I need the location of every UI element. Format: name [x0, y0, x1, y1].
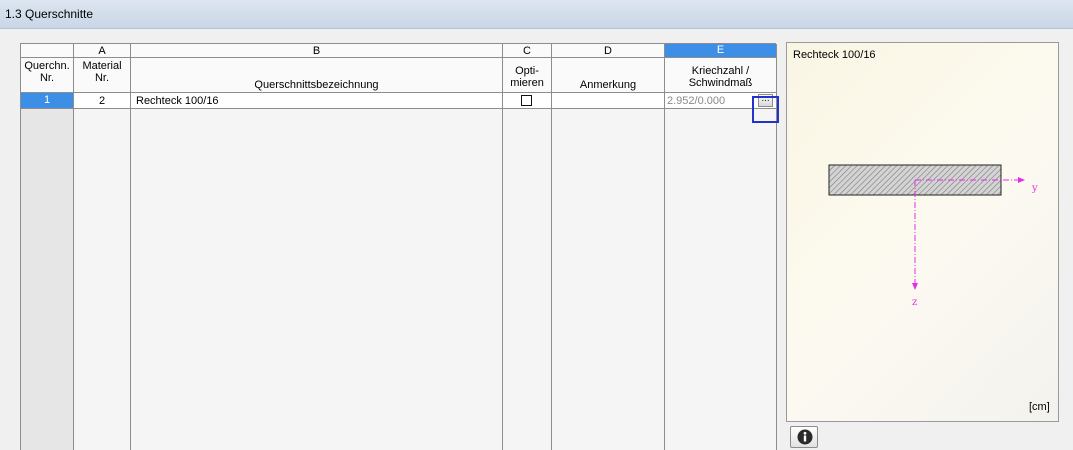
header-material-line2: Nr. — [94, 72, 110, 84]
column-letter-e[interactable]: E — [665, 44, 776, 57]
header-material-line1: Material — [82, 60, 122, 72]
column-letter-b[interactable]: B — [131, 45, 502, 57]
header-querchn-line1: Querchn. — [24, 60, 70, 72]
info-icon — [797, 429, 813, 445]
header-querschnittsbezeichnung: Querschnittsbezeichnung — [254, 79, 379, 91]
panel-title: 1.3 Querschnitte — [0, 0, 1073, 29]
cross-section-drawing: y z — [828, 164, 1038, 308]
header-material: Material Nr. — [74, 60, 130, 84]
header-optimieren-line2: mieren — [510, 77, 544, 89]
material-nr-cell[interactable]: 2 — [74, 95, 130, 107]
header-optimieren: Opti- mieren — [503, 65, 551, 89]
grid-line — [664, 44, 665, 450]
header-kriechzahl-line2: Schwindmaß — [688, 77, 753, 89]
section-name-cell[interactable]: Rechteck 100/16 — [136, 95, 219, 107]
row-number-cell[interactable]: 1 — [21, 93, 73, 108]
section-preview-panel: Rechteck 100/16 y z [cm] — [786, 42, 1059, 422]
z-axis-arrow — [912, 283, 918, 290]
grid-line — [73, 44, 74, 450]
column-letter-a[interactable]: A — [74, 45, 130, 57]
grid-line — [130, 44, 131, 450]
grid-line — [551, 44, 552, 450]
header-anmerkung: Anmerkung — [579, 79, 637, 91]
row-number-column — [21, 109, 73, 450]
header-querchn-line2: Nr. — [39, 72, 55, 84]
header-kriechzahl: Kriechzahl / Schwindmaß — [665, 65, 776, 89]
units-label: [cm] — [1029, 401, 1050, 413]
header-querchn: Querchn. Nr. — [21, 60, 73, 84]
z-axis-label: z — [912, 297, 917, 308]
y-axis-label: y — [1031, 183, 1038, 194]
optimize-checkbox[interactable] — [521, 95, 532, 106]
header-kriechzahl-line1: Kriechzahl / — [691, 65, 750, 77]
panel-title-text: 1.3 Querschnitte — [5, 7, 94, 21]
header-optimieren-line1: Opti- — [515, 65, 539, 77]
focus-highlight-frame — [752, 96, 779, 123]
y-axis-arrow — [1018, 177, 1025, 183]
info-button[interactable] — [790, 426, 818, 448]
column-letter-d[interactable]: D — [552, 45, 664, 57]
column-letter-c[interactable]: C — [503, 45, 551, 57]
cross-sections-table: A B C D E Querchn. Nr. Material Nr. Quer… — [20, 43, 777, 450]
creep-shrinkage-cell[interactable]: 2.952/0.000 — [667, 95, 725, 107]
grid-line — [502, 44, 503, 450]
